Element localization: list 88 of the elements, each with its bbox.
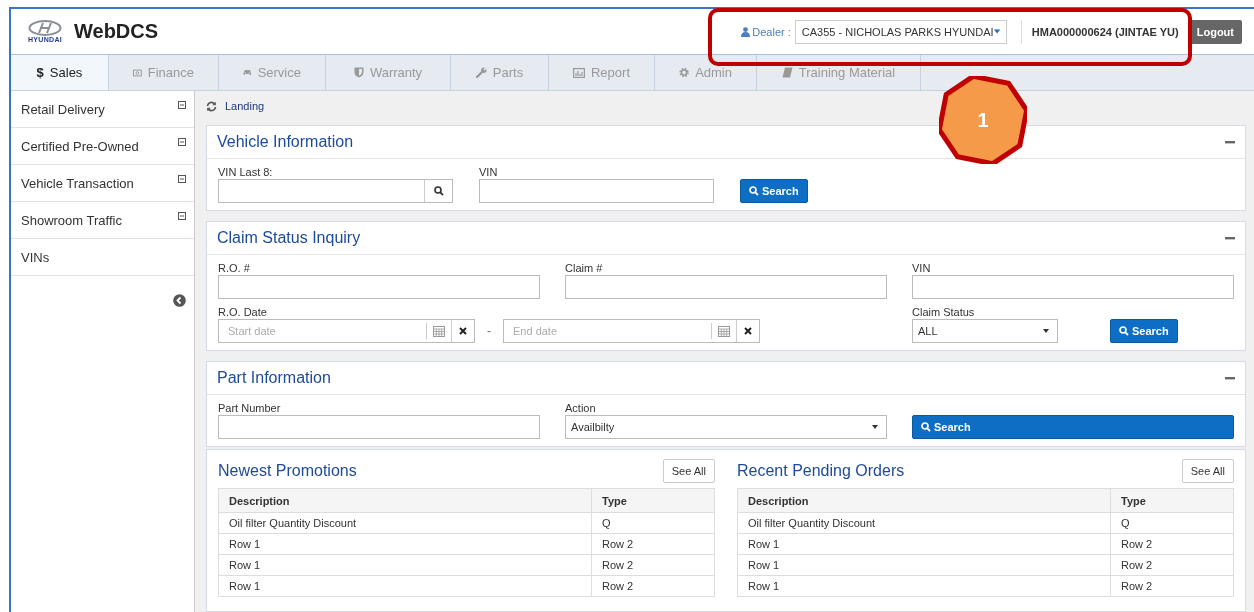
see-all-button[interactable]: See All (662, 459, 715, 483)
minimize-icon[interactable] (1225, 140, 1235, 144)
field-label: R.O. Date (218, 305, 268, 319)
search-button[interactable]: Search (912, 415, 1234, 439)
table-cell: Row 2 (591, 554, 715, 576)
dealer-label: Dealer : (752, 25, 791, 38)
sidebar-item[interactable]: VINs (11, 239, 194, 276)
money-icon (133, 67, 142, 78)
table-cell: Q (1110, 512, 1234, 534)
field-label: VIN Last 8: (218, 165, 274, 179)
collapse-icon (178, 138, 186, 146)
logo-icon (28, 19, 62, 36)
search-icon (749, 186, 759, 196)
refresh-icon[interactable] (206, 100, 217, 112)
input-field[interactable] (479, 179, 714, 203)
table-cell: Row 1 (218, 575, 592, 597)
field-label: Claim Status (912, 305, 976, 319)
app-title: WebDCS (74, 20, 159, 43)
collapse-icon (178, 175, 186, 183)
table-cell: Row 2 (591, 575, 715, 597)
table-cell: Row 1 (218, 554, 592, 576)
table-cell: Row 1 (737, 575, 1111, 597)
field-label: Claim # (565, 261, 604, 275)
table-cell: Row 2 (591, 533, 715, 555)
sidebar-item[interactable]: Showroom Traffic (11, 202, 194, 239)
input-field[interactable] (218, 275, 540, 299)
section-title: Newest Promotions (218, 462, 357, 480)
dealer-select[interactable]: CA355 - NICHOLAS PARKS HYUNDAI (794, 19, 1007, 44)
input-field[interactable] (565, 275, 887, 299)
range-separator: - (487, 324, 491, 338)
collapse-icon (178, 101, 186, 109)
table-cell: Row 1 (218, 533, 592, 555)
shield-icon (353, 67, 364, 78)
minimize-icon[interactable] (1225, 236, 1235, 240)
table-cell: Row 2 (1110, 554, 1234, 576)
minimize-icon[interactable] (1225, 376, 1235, 380)
clear-icon[interactable] (744, 327, 752, 335)
panel-title: Part Information (217, 369, 331, 387)
table-cell: Oil filter Quantity Discount (218, 512, 592, 534)
table-cell: Oil filter Quantity Discount (737, 512, 1111, 534)
see-all-button[interactable]: See All (1181, 459, 1234, 483)
column-header: Description (218, 488, 592, 513)
section-title: Recent Pending Orders (737, 462, 905, 480)
field-label: VIN (912, 261, 932, 275)
search-icon (433, 186, 444, 196)
field-label: Part Number (218, 401, 282, 415)
calendar-icon (433, 325, 445, 337)
search-button[interactable]: Search (1110, 319, 1178, 343)
search-button[interactable]: Search (740, 179, 808, 203)
sidebar-item[interactable]: Vehicle Transaction (11, 165, 194, 202)
book-icon (781, 67, 793, 78)
caret-icon (1043, 329, 1049, 333)
table-cell: Row 2 (1110, 575, 1234, 597)
column-header: Type (591, 488, 715, 513)
field-label: R.O. # (218, 261, 251, 275)
caret-icon (872, 425, 878, 429)
user-name: HMA000000624 (JINTAE YU) (1031, 25, 1179, 38)
user-icon (741, 26, 751, 37)
input-field[interactable] (218, 179, 453, 203)
breadcrumb-link[interactable]: Landing (225, 100, 265, 112)
car-icon (243, 67, 252, 78)
column-header: Type (1110, 488, 1234, 513)
calendar-icon (718, 325, 730, 337)
settings-icon (679, 67, 690, 78)
step-marker: 1 (939, 76, 1027, 164)
sidebar-item[interactable]: Retail Delivery (11, 91, 194, 128)
search-icon (1119, 326, 1129, 336)
input-field[interactable] (218, 415, 540, 439)
caret-icon (993, 29, 1000, 34)
clear-icon[interactable] (459, 327, 467, 335)
table-cell: Q (591, 512, 715, 534)
table-cell: Row 1 (737, 533, 1111, 555)
nav-tab[interactable]: $ Sales (11, 55, 109, 90)
action-select[interactable]: Availbilty (565, 415, 887, 439)
field-label: VIN (479, 165, 499, 179)
bar-chart-icon (573, 67, 585, 78)
table-cell: Row 2 (1110, 533, 1234, 555)
panel-title: Claim Status Inquiry (217, 229, 361, 247)
panel-title: Vehicle Information (217, 133, 354, 151)
sidebar-item[interactable]: Certified Pre-Owned (11, 128, 194, 165)
input-field[interactable] (912, 275, 1234, 299)
column-header: Description (737, 488, 1111, 513)
collapse-icon (178, 212, 186, 220)
status-select[interactable]: ALL (912, 319, 1058, 343)
table-cell: Row 1 (737, 554, 1111, 576)
wrench-icon (475, 67, 487, 78)
field-label: Action (565, 401, 597, 415)
search-icon (921, 422, 931, 432)
